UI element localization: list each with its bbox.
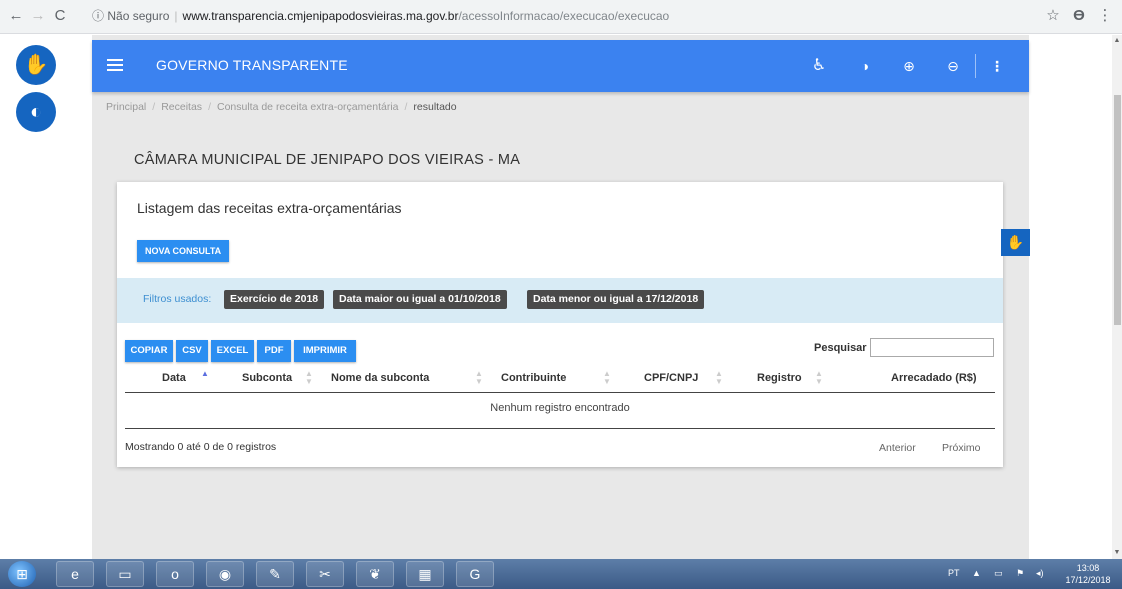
more-vert-icon[interactable]: ⋮ [986,55,1008,77]
filters-label: Filtros usados: [143,293,212,305]
breadcrumb-item[interactable]: Principal [106,101,146,113]
filters-bar: Filtros usados: Exercício de 2018 Data m… [117,278,1003,323]
scroll-up-icon[interactable]: ▲ [1113,37,1121,45]
prev-page-button[interactable]: Anterior [879,442,916,454]
zoom-out-icon[interactable]: ⊖ [942,55,964,77]
column-header-subconta[interactable]: Subconta [242,372,292,384]
start-button-icon[interactable]: ⊞ [8,561,36,587]
sort-icon[interactable]: ▲ ▼ [475,370,483,386]
sort-icon[interactable]: ▲ ▼ [603,370,611,386]
accessibility-icon[interactable]: ♿ [808,55,830,77]
app-header: GOVERNO TRANSPARENTE ♿ ◑ ⊕ ⊖ ⋮ [92,40,1029,92]
paint-icon[interactable]: ✎ [256,561,294,587]
table-empty-row: Nenhum registro encontrado [125,393,995,429]
scrollbar[interactable]: ▲ ▼ [1112,35,1122,559]
breadcrumb-item[interactable]: Receitas [161,101,202,113]
spreadsheet-icon[interactable]: ▦ [406,561,444,587]
search-label: Pesquisar [814,342,867,354]
star-icon[interactable]: ☆ [1044,5,1062,27]
scroll-thumb[interactable] [1114,95,1121,325]
account-icon[interactable]: ϴ [1070,5,1088,27]
tray-arrow-icon[interactable]: ▲ [972,568,981,578]
column-header-registro[interactable]: Registro [757,372,802,384]
contrast-toggle-icon[interactable]: ◑ [854,55,876,77]
column-header-data[interactable]: Data [162,372,186,384]
snipping-tool-icon[interactable]: ✂ [306,561,344,587]
network-icon[interactable]: ▭ [994,568,1003,579]
column-header-contribuinte[interactable]: Contribuinte [501,372,566,384]
results-card: Listagem das receitas extra-orçamentária… [117,182,1003,467]
csv-button[interactable]: CSV [176,340,208,362]
sign-language-side-icon[interactable]: ✋ [1001,229,1030,256]
info-icon[interactable]: ⓘ [92,9,104,23]
reload-icon[interactable]: C [50,6,70,26]
clock-time: 13:08 [1076,563,1100,573]
new-query-button[interactable]: NOVA CONSULTA [137,240,230,262]
language-indicator[interactable]: PT [948,568,960,578]
breadcrumb: Principal / Receitas / Consulta de receita e… [106,101,457,113]
ie-icon[interactable]: e [56,561,94,587]
next-page-button[interactable]: Próximo [942,442,981,454]
hamburger-menu-icon[interactable] [107,56,123,76]
card-title: Listagem das receitas extra-orçamentária… [137,200,402,216]
filter-chip: Data maior ou igual a 01/10/2018 [333,290,507,309]
table-info: Mostrando 0 até 0 de 0 registros [125,441,277,453]
breadcrumb-current: resultado [413,101,457,113]
zoom-in-icon[interactable]: ⊕ [898,55,920,77]
filter-chip: Exercício de 2018 [224,290,325,309]
sort-icon[interactable]: ▲ ▼ [715,370,723,386]
leaf-app-icon[interactable]: ❦ [356,561,394,587]
toolbar-divider [975,54,976,78]
url-path: /acessoInformacao/execucao/execucao [458,9,670,23]
address-bar[interactable]: ⓘ Não seguro | www.transparencia.cmjenipap… [92,5,1042,27]
excel-button[interactable]: EXCEL [211,340,254,362]
more-menu-icon[interactable]: ⋮ [1096,5,1114,27]
sign-language-icon[interactable]: ✋ [16,45,56,85]
column-header-nome-subconta[interactable]: Nome da subconta [331,372,429,384]
search-input[interactable] [870,338,994,357]
url-host: www.transparencia.cmjenipapodosvieiras.m… [182,9,459,23]
copy-button[interactable]: COPIAR [125,340,173,362]
scroll-down-icon[interactable]: ▼ [1113,549,1121,557]
page-title: CÂMARA MUNICIPAL DE JENIPAPO DOS VIEIRAS… [134,152,521,168]
sort-asc-icon[interactable]: ▲ [201,370,209,378]
taskbar: ⊞ e ▭ o ◉ ✎ ✂ ❦ ▦ G PT ▲ ▭ ⚑ ◂) 13:08 17… [0,559,1122,589]
browser-toolbar: ← → C ⓘ Não seguro | www.transparencia.cmj… [0,0,1122,34]
pdf-button[interactable]: PDF [257,340,291,362]
outlook-icon[interactable]: o [156,561,194,587]
content-area: GOVERNO TRANSPARENTE ♿ ◑ ⊕ ⊖ ⋮ Principal… [92,35,1029,559]
app-title: GOVERNO TRANSPARENTE [156,57,348,73]
security-label: Não seguro [107,9,170,23]
filter-chip: Data menor ou igual a 17/12/2018 [527,290,705,309]
sort-icon[interactable]: ▲ ▼ [815,370,823,386]
print-button[interactable]: IMPRIMIR [294,340,356,362]
forward-arrow-icon[interactable]: → [28,6,48,26]
clock-date: 17/12/2018 [1065,575,1111,585]
sort-icon[interactable]: ▲ ▼ [305,370,313,386]
clock[interactable]: 13:08 17/12/2018 [1058,562,1118,586]
column-header-cpf-cnpj[interactable]: CPF/CNPJ [644,372,698,384]
back-arrow-icon[interactable]: ← [6,6,26,26]
action-center-icon[interactable]: ⚑ [1016,568,1024,579]
pdf-app-icon[interactable]: G [456,561,494,587]
table-header: Data ▲ Subconta ▲ ▼ Nome da subconta ▲ ▼ C… [125,366,995,393]
contrast-icon[interactable]: ◐ [16,92,56,132]
column-header-arrecadado[interactable]: Arrecadado (R$) [891,372,977,384]
breadcrumb-item[interactable]: Consulta de receita extra-orçamentária [217,101,399,113]
volume-icon[interactable]: ◂) [1036,568,1044,579]
page: ✋ ◐ GOVERNO TRANSPARENTE ♿ ◑ ⊕ ⊖ ⋮ Princ… [0,35,1122,559]
chrome-icon[interactable]: ◉ [206,561,244,587]
folder-icon[interactable]: ▭ [106,561,144,587]
